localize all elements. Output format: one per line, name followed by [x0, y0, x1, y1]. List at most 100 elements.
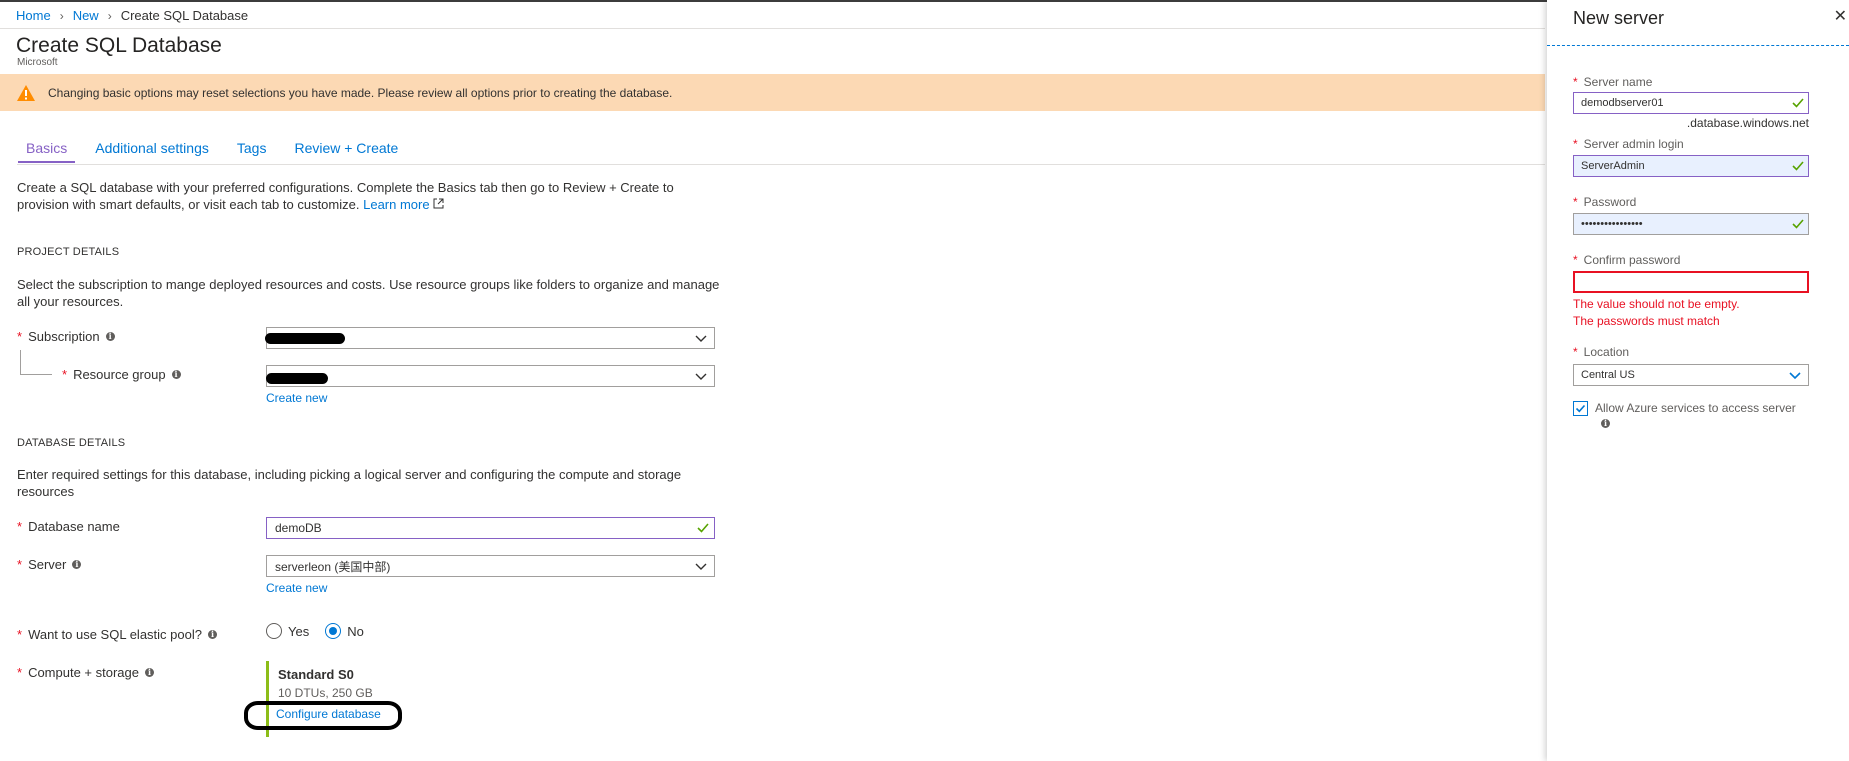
server-value: serverleon (美国中部) [275, 559, 391, 574]
compute-detail: 10 DTUs, 250 GB [278, 686, 373, 700]
server-name-label-text: Server name [1583, 75, 1653, 89]
create-new-server-link[interactable]: Create new [266, 581, 327, 595]
elastic-pool-no-radio[interactable] [325, 623, 342, 639]
confirm-password-label: * Confirm password [1573, 253, 1680, 267]
resource-group-dropdown[interactable] [266, 365, 715, 387]
chevron-down-icon [695, 373, 707, 380]
intro-text: Create a SQL database with your preferre… [17, 179, 707, 213]
warning-text: Changing basic options may reset selecti… [48, 85, 673, 100]
info-icon[interactable]: i [207, 630, 217, 639]
subscription-label: * Subscription i [17, 329, 115, 344]
chevron-down-icon [695, 563, 707, 570]
required-asterisk: * [17, 519, 23, 534]
tab-additional-settings[interactable]: Additional settings [87, 140, 217, 163]
required-asterisk: * [1573, 345, 1578, 359]
info-icon[interactable]: i [171, 370, 181, 379]
chevron-right-icon: › [107, 8, 112, 23]
close-icon[interactable]: ✕ [1834, 6, 1847, 26]
breadcrumb: Home › New › Create SQL Database [16, 8, 248, 23]
tab-strip: Basics Additional settings Tags Review +… [18, 140, 418, 163]
database-name-label: * Database name [17, 519, 120, 534]
configure-database-link[interactable]: Configure database [276, 707, 381, 721]
required-asterisk: * [1573, 195, 1578, 209]
password-input[interactable]: •••••••••••••••• [1573, 213, 1809, 235]
confirm-password-input[interactable] [1573, 271, 1809, 293]
admin-login-label-text: Server admin login [1583, 137, 1684, 151]
info-icon[interactable]: i [1601, 419, 1610, 428]
error-empty-message: The value should not be empty. [1573, 297, 1740, 311]
checkmark-icon [697, 523, 709, 533]
compute-storage-label: * Compute + storage i [17, 665, 154, 680]
database-name-label-text: Database name [28, 519, 120, 534]
required-asterisk: * [17, 665, 23, 680]
elastic-pool-label-text: Want to use SQL elastic pool? [28, 627, 202, 642]
new-server-panel: New server ✕ * Server name demodbserver0… [1547, 0, 1849, 761]
tab-tags[interactable]: Tags [229, 140, 275, 163]
divider [0, 28, 1545, 29]
server-name-label: * Server name [1573, 75, 1652, 89]
tab-review-create[interactable]: Review + Create [286, 140, 406, 163]
external-link-icon [433, 198, 444, 209]
password-label-text: Password [1583, 195, 1637, 209]
breadcrumb-current: Create SQL Database [120, 8, 249, 23]
divider [17, 164, 1545, 165]
location-label: * Location [1573, 345, 1629, 359]
breadcrumb-new-link[interactable]: New [73, 8, 99, 23]
tree-connector [20, 374, 52, 375]
tab-basics[interactable]: Basics [18, 140, 76, 163]
checkmark-icon [1792, 219, 1804, 229]
learn-more-link[interactable]: Learn more [363, 197, 429, 212]
allow-azure-services-checkbox[interactable] [1573, 401, 1588, 416]
required-asterisk: * [62, 367, 68, 382]
required-asterisk: * [1573, 75, 1578, 89]
password-value: •••••••••••••••• [1581, 218, 1643, 230]
database-name-input[interactable]: demoDB [266, 517, 715, 539]
subscription-dropdown[interactable] [265, 327, 715, 349]
allow-azure-services-label[interactable]: Allow Azure services to access server [1595, 401, 1796, 415]
elastic-pool-yes-label[interactable]: Yes [288, 624, 309, 639]
location-value: Central US [1581, 369, 1635, 381]
info-icon[interactable]: i [145, 668, 154, 677]
subscription-label-text: Subscription [28, 329, 100, 344]
server-name-suffix: .database.windows.net [1686, 116, 1809, 130]
create-new-resource-group-link[interactable]: Create new [266, 391, 327, 405]
page-title: Create SQL Database [16, 34, 222, 57]
database-details-description: Enter required settings for this databas… [17, 467, 682, 499]
divider [1547, 45, 1849, 46]
database-details-heading: DATABASE DETAILS [17, 437, 126, 449]
warning-banner: Changing basic options may reset selecti… [0, 74, 1545, 111]
required-asterisk: * [17, 557, 23, 572]
project-details-description: Select the subscription to mange deploye… [17, 277, 720, 309]
breadcrumb-home-link[interactable]: Home [16, 8, 51, 23]
elastic-pool-radio-group: Yes No [266, 623, 380, 639]
project-details-heading: PROJECT DETAILS [17, 246, 120, 258]
checkmark-icon [1792, 98, 1804, 108]
server-dropdown[interactable]: serverleon (美国中部) [266, 555, 715, 577]
server-name-input[interactable]: demodbserver01 [1573, 92, 1809, 114]
confirm-password-label-text: Confirm password [1583, 253, 1681, 267]
redaction-mark [265, 333, 345, 344]
location-label-text: Location [1583, 345, 1630, 359]
required-asterisk: * [1573, 253, 1578, 267]
compute-storage-label-text: Compute + storage [28, 665, 139, 680]
panel-title: New server [1573, 8, 1665, 28]
info-icon[interactable]: i [105, 332, 115, 341]
elastic-pool-no-label[interactable]: No [347, 624, 364, 639]
compute-tier: Standard S0 [278, 667, 354, 682]
resource-group-label-text: Resource group [73, 367, 166, 382]
warning-icon [17, 84, 35, 101]
info-icon[interactable]: i [72, 560, 82, 569]
resource-group-label: * Resource group i [62, 367, 181, 382]
elastic-pool-yes-radio[interactable] [266, 623, 282, 639]
admin-login-input[interactable]: ServerAdmin [1573, 155, 1809, 177]
intro-description: Create a SQL database with your preferre… [17, 180, 674, 212]
chevron-right-icon: › [59, 8, 64, 23]
server-name-value: demodbserver01 [1581, 97, 1664, 109]
location-dropdown[interactable]: Central US [1573, 364, 1809, 386]
chevron-down-icon [1789, 372, 1801, 380]
server-label: * Server i [17, 557, 82, 572]
checkmark-icon [1575, 404, 1586, 413]
database-name-value: demoDB [275, 521, 322, 535]
required-asterisk: * [17, 627, 23, 642]
allow-azure-services-row: Allow Azure services to access server i [1573, 401, 1796, 429]
